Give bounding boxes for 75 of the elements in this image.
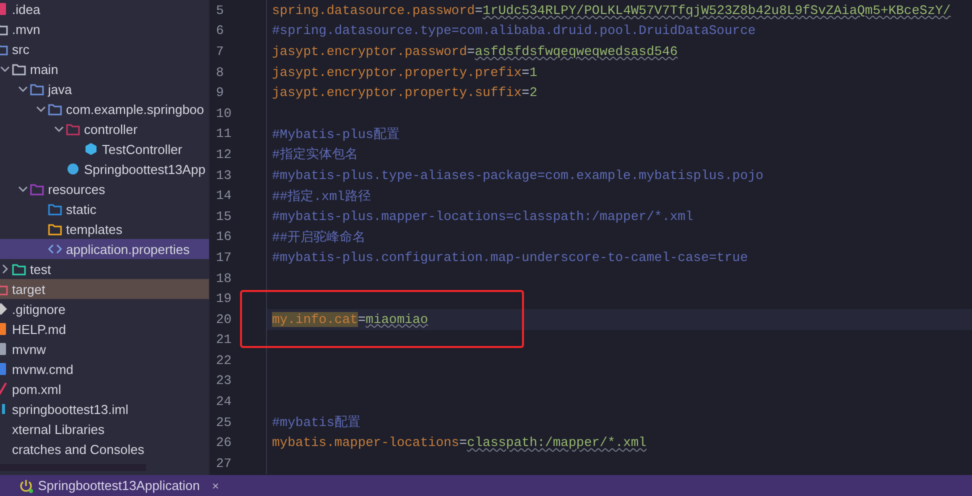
folder-icon bbox=[48, 202, 62, 216]
close-button[interactable]: × bbox=[212, 478, 220, 492]
folder-icon bbox=[12, 262, 26, 276]
line-number: 15 bbox=[210, 206, 267, 227]
folder-icon bbox=[66, 122, 80, 136]
tree-item[interactable]: Springboottest13App bbox=[0, 159, 209, 179]
code-line: jasypt.encryptor.property.suffix=2 bbox=[272, 85, 538, 100]
code-line: #mybatis-plus.configuration.map-underscore-to-camel-case=true bbox=[272, 250, 748, 265]
code-line: spring.datasource.password=1rUdc534RLPY/POLKL4W57V7TfqjW523Z8b42u8L9fSvZAiaQm5+KBceSzY/ bbox=[272, 2, 951, 18]
tree-item[interactable]: src bbox=[0, 39, 209, 59]
line-number: 17 bbox=[210, 247, 267, 268]
code-line: jasypt.encryptor.property.prefix=1 bbox=[272, 64, 538, 80]
line-number: 7 bbox=[210, 41, 267, 62]
line-number: 26 bbox=[210, 432, 267, 454]
tree-item[interactable]: application.properties bbox=[0, 239, 209, 259]
tree-item[interactable]: templates bbox=[0, 219, 209, 239]
tree-item[interactable]: pom.xml bbox=[0, 379, 209, 399]
tree-item[interactable]: xternal Libraries bbox=[0, 419, 209, 439]
tree-item[interactable]: mvnw.cmd bbox=[0, 359, 209, 379]
line-number: 24 bbox=[210, 391, 267, 412]
tree-item[interactable]: controller bbox=[0, 119, 209, 139]
code-line: my.info.cat=miaomiao bbox=[272, 312, 428, 327]
tree-item[interactable]: java bbox=[0, 79, 209, 99]
folder-icon bbox=[30, 82, 44, 96]
line-number: 6 bbox=[210, 20, 267, 42]
folder-icon bbox=[48, 102, 62, 116]
line-number: 14 bbox=[210, 185, 267, 206]
code-line: #Mybatis-plus配置 bbox=[272, 126, 400, 143]
line-number: 25 bbox=[210, 412, 267, 432]
chevron-icon[interactable] bbox=[0, 264, 10, 274]
code-line: ##指定.xml路径 bbox=[272, 188, 371, 205]
line-number: 8 bbox=[210, 62, 267, 82]
chevron-icon[interactable] bbox=[18, 184, 28, 194]
power-icon[interactable] bbox=[18, 478, 34, 494]
line-number: 22 bbox=[210, 350, 267, 371]
tree-item[interactable]: resources bbox=[0, 179, 209, 199]
line-number: 12 bbox=[210, 144, 267, 165]
code-line: mybatis.mapper-locations=classpath:/mapper/*.xml bbox=[272, 435, 646, 450]
class-icon bbox=[84, 142, 98, 156]
code-icon bbox=[48, 242, 62, 256]
code-line: #指定实体包名 bbox=[272, 146, 358, 164]
line-number: 9 bbox=[210, 82, 267, 103]
line-number: 16 bbox=[210, 226, 267, 248]
code-line: #spring.datasource.type=com.alibaba.druid.pool.DruidDataSource bbox=[272, 23, 756, 38]
tree-item[interactable]: static bbox=[0, 199, 209, 219]
line-number: 11 bbox=[210, 124, 267, 144]
line-number: 5 bbox=[210, 0, 267, 21]
line-number: 10 bbox=[210, 102, 267, 124]
tree-item[interactable]: main bbox=[0, 59, 209, 79]
tree-item[interactable]: mvnw bbox=[0, 339, 209, 359]
tree-item[interactable]: com.example.springboo bbox=[0, 99, 209, 119]
folder-icon bbox=[12, 62, 26, 76]
tree-item[interactable]: .mvn bbox=[0, 19, 209, 39]
line-number: 19 bbox=[210, 288, 267, 309]
code-line: #mybatis-plus.mapper-locations=classpath:/mapper/*.xml bbox=[272, 208, 694, 224]
tree-item[interactable]: cratches and Consoles bbox=[0, 439, 209, 459]
tree-item[interactable]: target bbox=[0, 279, 209, 299]
run-configuration[interactable]: Springboottest13Application bbox=[38, 478, 200, 493]
code-line: ##开启驼峰命名 bbox=[272, 228, 366, 246]
line-number: 13 bbox=[210, 164, 267, 186]
folder-icon bbox=[48, 222, 62, 236]
folder-icon bbox=[30, 182, 44, 196]
code-line: #mybatis-plus.type-aliases-package=com.example.mybatisplus.pojo bbox=[272, 168, 764, 183]
line-number: 27 bbox=[210, 453, 267, 474]
line-number: 18 bbox=[210, 268, 267, 288]
tree-item[interactable]: .idea bbox=[0, 0, 209, 19]
line-number: 21 bbox=[210, 330, 267, 350]
code-line: #mybatis配置 bbox=[272, 414, 360, 432]
tree-item[interactable]: test bbox=[0, 259, 209, 279]
code-line: jasypt.encryptor.password=asfdsfdsfwqeqweqwedsasd546 bbox=[272, 44, 678, 59]
tree-item[interactable]: TestController bbox=[0, 139, 209, 159]
line-number: 23 bbox=[210, 370, 267, 392]
tree-item[interactable]: .gitignore bbox=[0, 299, 209, 319]
tree-item[interactable]: HELP.md bbox=[0, 319, 209, 339]
tree-item[interactable]: springboottest13.iml bbox=[0, 399, 209, 419]
